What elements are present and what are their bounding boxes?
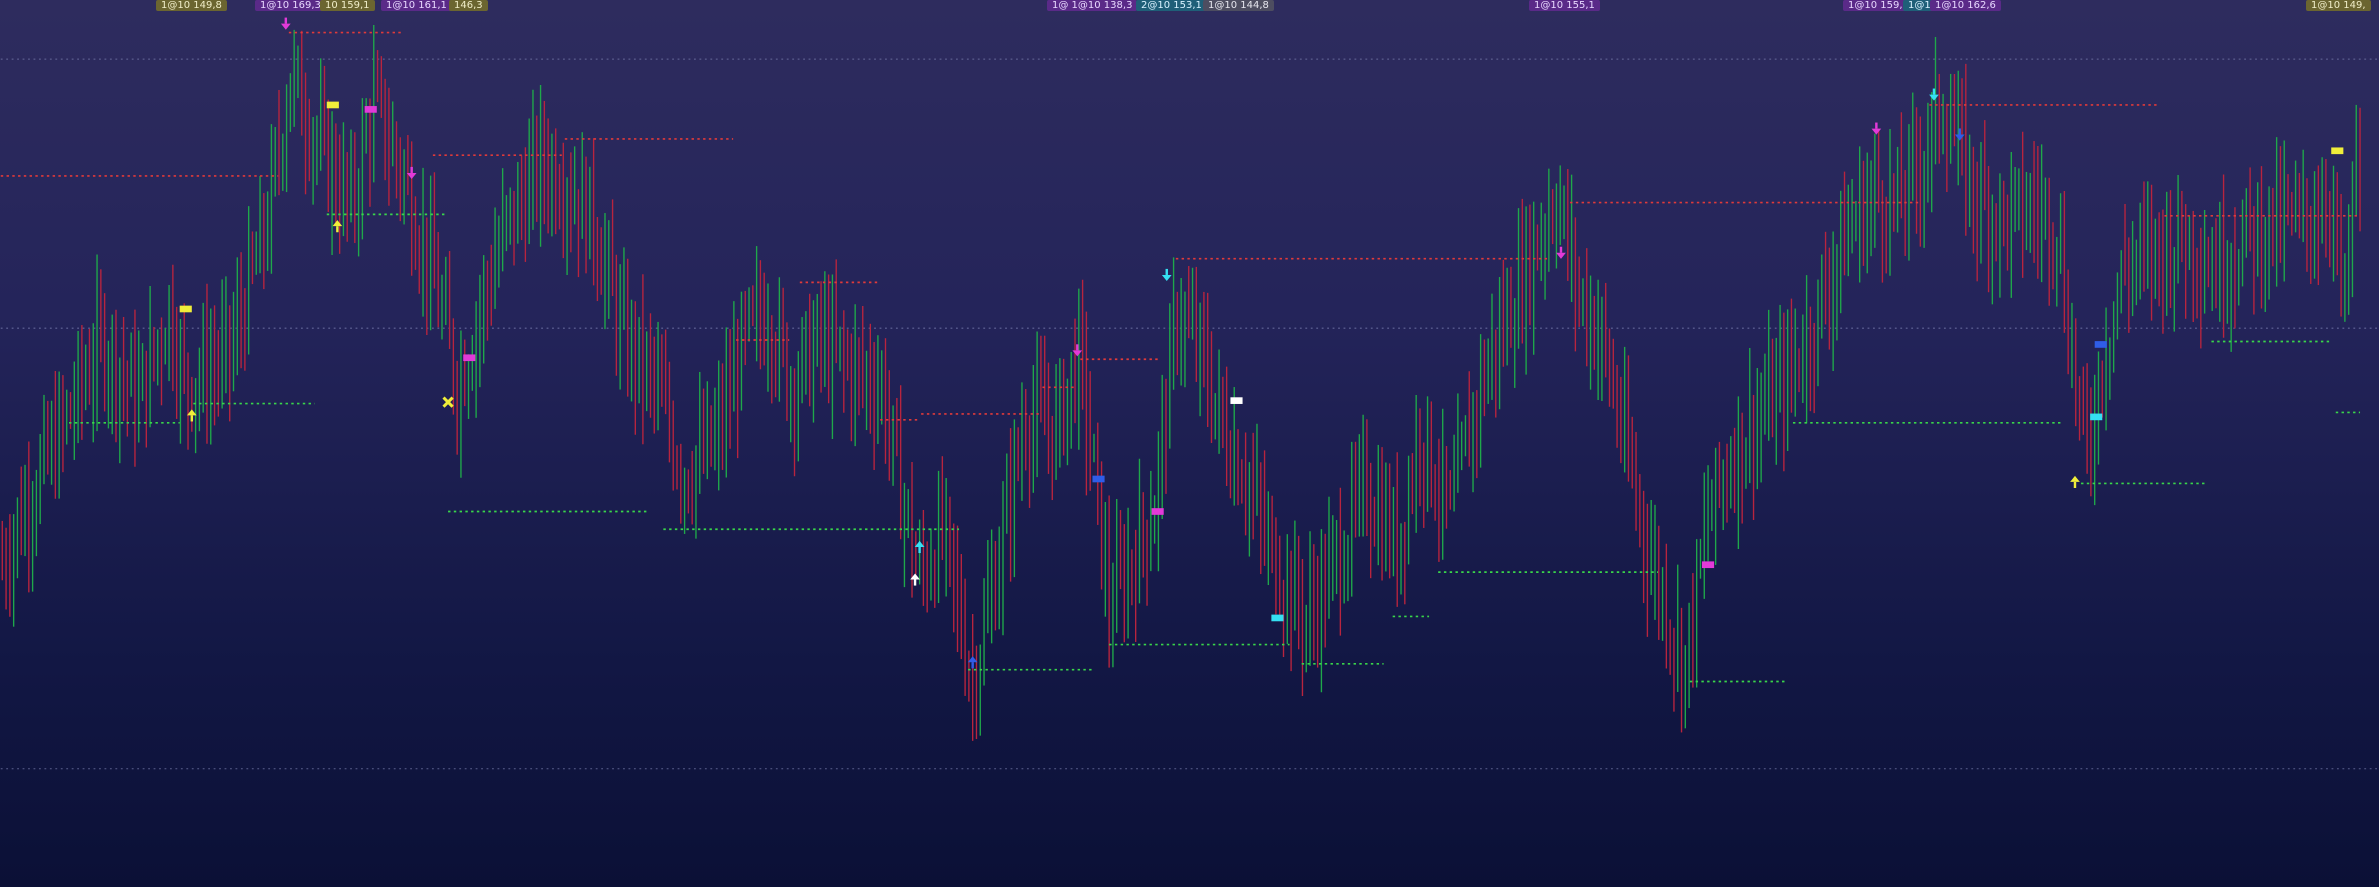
arrow-head — [1954, 134, 1965, 141]
arrow-down-icon — [1072, 344, 1083, 357]
price-tag: 1@10 161,1 — [381, 0, 452, 11]
arrow-head — [1072, 350, 1083, 357]
price-tag: 2@10 153,1 — [1136, 0, 1207, 11]
arrow-head — [1161, 274, 1172, 282]
level-lines — [0, 31, 2361, 683]
arrow-head — [1871, 128, 1882, 135]
cyan-box-marker — [2090, 413, 2103, 421]
price-tag: 1@10 169,3 — [255, 0, 326, 11]
price-tag: 1@ 1@10 138,3 — [1047, 0, 1138, 11]
cyan-box-marker — [1271, 614, 1284, 622]
arrow-down-icon — [1871, 122, 1882, 135]
arrow-head — [1556, 252, 1566, 259]
arrow-down-icon — [1556, 246, 1566, 259]
blue-box-marker — [1092, 475, 1105, 483]
white-box-marker — [1230, 397, 1243, 404]
cross-marker-icon — [442, 396, 454, 408]
arrow-down-icon — [1929, 88, 1939, 101]
price-tag: 146,3 — [449, 0, 488, 11]
arrow-down-icon — [280, 17, 291, 30]
yellow-box-marker — [179, 305, 192, 313]
arrow-down-icon — [1954, 128, 1965, 141]
price-tag: 10 159,1 — [320, 0, 375, 11]
signal-markers[interactable] — [179, 17, 2344, 669]
magenta-box-marker — [1701, 561, 1715, 569]
magenta-box-marker — [1151, 508, 1164, 515]
arrow-down-icon — [1161, 268, 1172, 282]
price-tag: 1@10 144,8 — [1203, 0, 1274, 11]
price-bars — [1, 25, 2361, 741]
arrow-up-icon — [332, 220, 343, 233]
blue-box-marker — [2094, 341, 2107, 348]
grid-lines — [0, 58, 2379, 770]
price-tag: 1@10 149,8 — [156, 0, 227, 11]
magenta-box-marker — [463, 354, 476, 362]
price-chart[interactable] — [0, 0, 2379, 887]
arrow-head — [332, 220, 343, 227]
arrow-head — [1929, 94, 1939, 101]
price-tag: 1@10 159, — [1843, 0, 1908, 11]
price-tag: 1@10 155,1 — [1529, 0, 1600, 11]
price-tag: 1@10 162,6 — [1930, 0, 2001, 11]
arrow-up-icon — [2070, 475, 2080, 489]
magenta-box-marker — [364, 106, 377, 113]
yellow-box-marker — [2331, 147, 2344, 155]
price-tag: 1@10 149, — [2306, 0, 2371, 11]
arrow-head — [2070, 475, 2080, 482]
yellow-box-marker — [326, 101, 339, 109]
arrow-head — [280, 23, 291, 30]
